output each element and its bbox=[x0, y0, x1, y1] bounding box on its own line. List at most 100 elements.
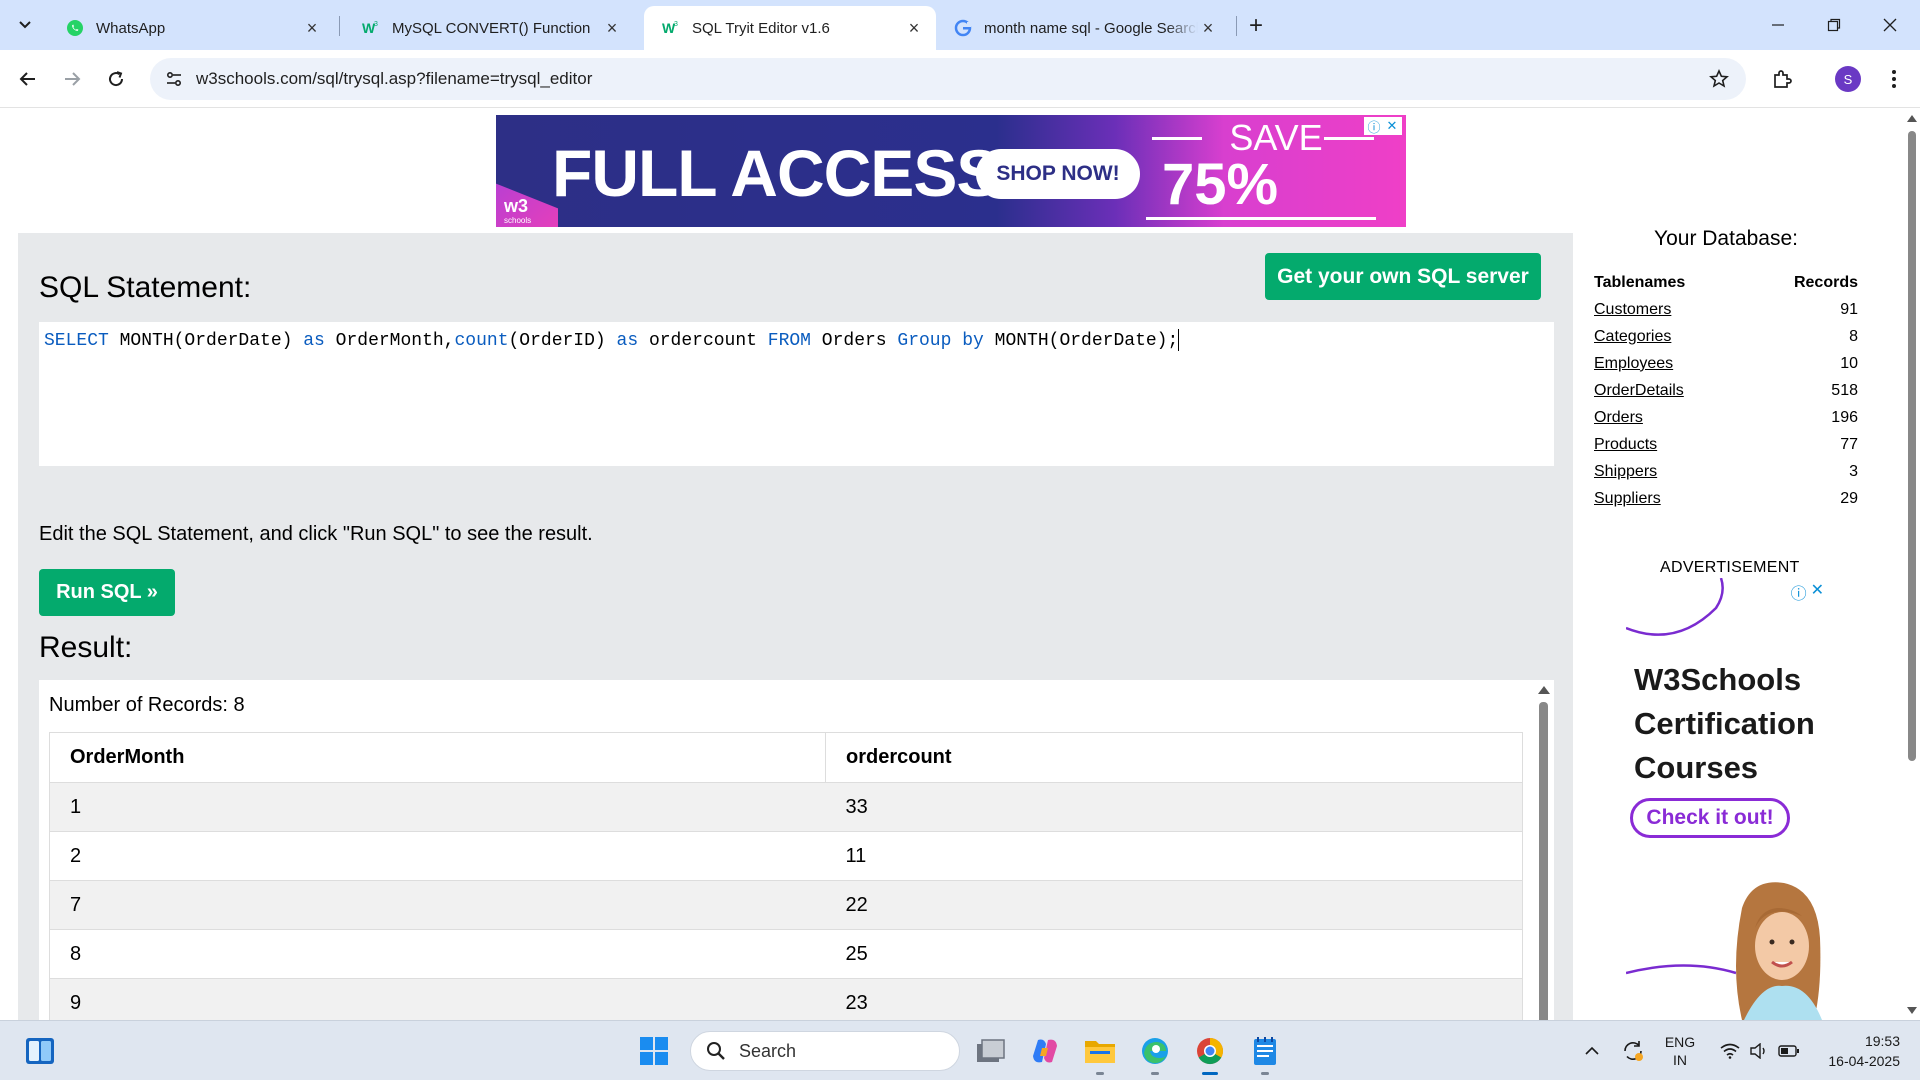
edge-button[interactable] bbox=[1137, 1033, 1173, 1075]
page-scrollbar[interactable] bbox=[1904, 109, 1920, 1020]
table-link-customers[interactable]: Customers bbox=[1594, 301, 1671, 318]
table-header-row: Tablenames Records bbox=[1594, 269, 1858, 296]
scroll-up-arrow-icon[interactable] bbox=[1907, 115, 1917, 122]
avatar: S bbox=[1835, 66, 1861, 92]
scroll-down-arrow-icon[interactable] bbox=[1907, 1007, 1917, 1014]
column-header: Tablenames bbox=[1594, 273, 1686, 291]
close-icon[interactable]: ✕ bbox=[1811, 580, 1824, 604]
tab-title: MySQL CONVERT() Function bbox=[392, 19, 591, 37]
tab-whatsapp[interactable]: WhatsApp × bbox=[48, 6, 334, 50]
chevron-up-icon bbox=[1585, 1046, 1599, 1055]
back-button[interactable] bbox=[8, 59, 48, 99]
close-icon[interactable]: × bbox=[602, 18, 622, 38]
ad-info-icon[interactable]: ⓘ bbox=[1791, 580, 1807, 604]
url-text[interactable]: w3schools.com/sql/trysql.asp?filename=tr… bbox=[196, 58, 592, 100]
sql-editor-textarea[interactable]: SELECT MONTH(OrderDate) as OrderMonth,co… bbox=[39, 322, 1554, 466]
table-row: 2 11 bbox=[49, 831, 1523, 881]
sql-keyword: Group bbox=[897, 330, 952, 351]
shop-now-button[interactable]: SHOP NOW! bbox=[976, 149, 1140, 199]
result-panel: Number of Records: 8 OrderMonth ordercou… bbox=[39, 680, 1554, 1020]
reload-button[interactable] bbox=[96, 59, 136, 99]
scroll-up-arrow-icon[interactable] bbox=[1538, 686, 1550, 694]
sql-keyword: as bbox=[616, 330, 639, 351]
side-ad-title: W3Schools Certification Courses bbox=[1634, 658, 1815, 790]
address-bar[interactable]: w3schools.com/sql/trysql.asp?filename=tr… bbox=[150, 58, 1746, 100]
side-ad[interactable]: ⓘ ✕ W3Schools Certification Courses Chec… bbox=[1626, 578, 1826, 1020]
restore-button[interactable] bbox=[1806, 0, 1862, 50]
tab-sql-tryit-editor[interactable]: W3 SQL Tryit Editor v1.6 × bbox=[644, 6, 936, 50]
table-link-products[interactable]: Products bbox=[1594, 436, 1657, 453]
ad-choices[interactable]: ⓘ ✕ bbox=[1791, 580, 1824, 604]
close-icon[interactable]: × bbox=[302, 18, 322, 38]
sql-keyword: count bbox=[454, 330, 509, 351]
sql-text: MONTH(OrderDate); bbox=[983, 330, 1179, 351]
editor-panel: SQL Statement: Get your own SQL server S… bbox=[18, 233, 1573, 1020]
chrome-button[interactable] bbox=[1192, 1033, 1228, 1075]
language-indicator[interactable]: ENG IN bbox=[1660, 1021, 1700, 1080]
close-icon[interactable]: ✕ bbox=[1384, 118, 1400, 134]
ad-choices[interactable]: ⓘ ✕ bbox=[1364, 117, 1402, 135]
sync-status-button[interactable] bbox=[1618, 1021, 1648, 1080]
scrollbar-thumb[interactable] bbox=[1539, 702, 1548, 1020]
arrow-right-icon bbox=[65, 72, 81, 86]
copilot-button[interactable] bbox=[1027, 1033, 1063, 1069]
ad-info-icon[interactable]: ⓘ bbox=[1366, 118, 1382, 135]
file-explorer-button[interactable] bbox=[1082, 1033, 1118, 1075]
get-own-sql-server-button[interactable]: Get your own SQL server bbox=[1265, 253, 1541, 300]
widgets-button[interactable] bbox=[22, 1033, 58, 1069]
start-button[interactable] bbox=[636, 1033, 672, 1069]
close-icon bbox=[1883, 18, 1897, 32]
column-header: OrderMonth bbox=[49, 732, 826, 783]
banner-ad[interactable]: w3 schools FULL ACCESS SHOP NOW! SAVE 75… bbox=[496, 115, 1406, 227]
close-window-button[interactable] bbox=[1862, 0, 1918, 50]
kebab-menu-icon bbox=[1892, 70, 1896, 88]
result-heading: Result: bbox=[39, 631, 133, 664]
table-link-suppliers[interactable]: Suppliers bbox=[1594, 490, 1661, 507]
table-link-orders[interactable]: Orders bbox=[1594, 409, 1643, 426]
tab-google-search[interactable]: month name sql - Google Search × bbox=[936, 6, 1230, 50]
record-count-cell: 8 bbox=[1849, 327, 1858, 345]
record-count-cell: 518 bbox=[1831, 381, 1858, 399]
table-link-employees[interactable]: Employees bbox=[1594, 355, 1673, 372]
folder-icon bbox=[1085, 1041, 1115, 1063]
side-ad-title-line: Courses bbox=[1634, 750, 1759, 785]
new-tab-button[interactable]: + bbox=[1240, 10, 1272, 42]
sql-text: (OrderID) bbox=[508, 330, 617, 351]
svg-text:3: 3 bbox=[374, 21, 378, 28]
person-illustration bbox=[1736, 882, 1822, 1020]
table-cell: 22 bbox=[825, 880, 1523, 930]
search-icon bbox=[705, 1040, 727, 1062]
forward-button[interactable] bbox=[52, 59, 92, 99]
clock[interactable]: 19:53 16-04-2025 bbox=[1812, 1021, 1900, 1080]
table-link-categories[interactable]: Categories bbox=[1594, 328, 1671, 345]
close-icon[interactable]: × bbox=[904, 18, 924, 38]
result-scrollbar[interactable] bbox=[1536, 680, 1550, 1020]
tab-mysql-convert[interactable]: W3 MySQL CONVERT() Function × bbox=[344, 6, 634, 50]
table-link-orderdetails[interactable]: OrderDetails bbox=[1594, 382, 1684, 399]
taskbar-search[interactable]: Search bbox=[690, 1031, 960, 1071]
table-cell: 23 bbox=[825, 978, 1523, 1020]
run-sql-button[interactable]: Run SQL » bbox=[39, 569, 175, 616]
table-link-shippers[interactable]: Shippers bbox=[1594, 463, 1657, 480]
tab-search-button[interactable] bbox=[8, 9, 42, 41]
menu-button[interactable] bbox=[1874, 59, 1914, 99]
record-count-cell: 91 bbox=[1840, 300, 1858, 318]
notepad-button[interactable] bbox=[1247, 1033, 1283, 1075]
record-count-cell: 10 bbox=[1840, 354, 1858, 372]
bookmark-star-icon[interactable] bbox=[1706, 66, 1732, 92]
minimize-button[interactable] bbox=[1750, 0, 1806, 50]
extensions-button[interactable] bbox=[1762, 59, 1802, 99]
scrollbar-thumb[interactable] bbox=[1908, 131, 1916, 761]
table-row: 8 25 bbox=[49, 929, 1523, 979]
quick-settings-button[interactable] bbox=[1714, 1021, 1806, 1080]
language-code: ENG bbox=[1664, 1034, 1696, 1050]
sql-keyword: FROM bbox=[767, 330, 811, 351]
table-cell: 25 bbox=[825, 929, 1523, 979]
close-icon[interactable]: × bbox=[1198, 18, 1218, 38]
site-info-icon[interactable] bbox=[160, 65, 188, 93]
task-view-button[interactable] bbox=[972, 1033, 1008, 1069]
profile-button[interactable]: S bbox=[1828, 59, 1868, 99]
check-it-out-button[interactable]: Check it out! bbox=[1630, 798, 1790, 838]
show-hidden-icons-button[interactable] bbox=[1580, 1021, 1604, 1080]
